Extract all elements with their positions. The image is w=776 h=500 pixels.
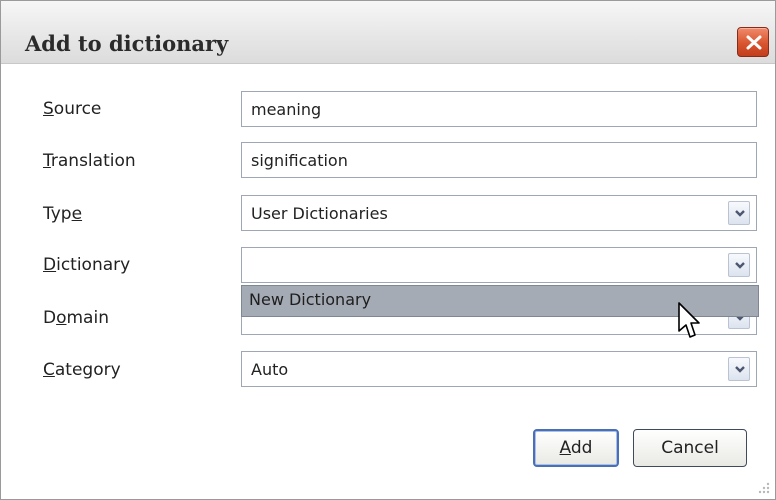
domain-label: Domain xyxy=(43,308,109,328)
category-dropdown-button[interactable] xyxy=(728,357,750,381)
source-input-value: meaning xyxy=(251,100,322,119)
add-button[interactable]: Add xyxy=(533,429,619,467)
chevron-down-icon xyxy=(735,210,745,217)
type-label: Type xyxy=(43,204,83,224)
dialog-title: Add to dictionary xyxy=(25,31,229,56)
add-to-dictionary-dialog: Add to dictionary Source meaning Transla… xyxy=(0,0,776,500)
category-label: Category xyxy=(43,360,121,380)
dictionary-label: Dictionary xyxy=(43,255,131,275)
translation-input[interactable]: signification xyxy=(241,142,757,178)
dictionary-dropdown-button[interactable] xyxy=(728,253,750,277)
type-select-value: User Dictionaries xyxy=(251,204,388,223)
type-dropdown-button[interactable] xyxy=(728,201,750,225)
dictionary-select[interactable] xyxy=(241,247,757,283)
chevron-down-icon xyxy=(735,262,745,269)
resize-grip-icon[interactable] xyxy=(755,479,771,495)
type-select[interactable]: User Dictionaries xyxy=(241,195,757,231)
cancel-button[interactable]: Cancel xyxy=(633,429,747,467)
close-button[interactable] xyxy=(737,27,769,57)
mouse-cursor-icon xyxy=(678,302,700,338)
source-input[interactable]: meaning xyxy=(241,91,757,127)
title-bar[interactable]: Add to dictionary xyxy=(1,1,775,64)
dropdown-item-new-dictionary[interactable]: New Dictionary xyxy=(249,290,371,309)
category-select-value: Auto xyxy=(251,360,289,379)
chevron-down-icon xyxy=(735,366,745,373)
translation-input-value: signification xyxy=(251,151,348,170)
source-label: Source xyxy=(43,99,102,119)
close-icon xyxy=(746,35,762,50)
category-select[interactable]: Auto xyxy=(241,351,757,387)
translation-label: Translation xyxy=(43,151,136,171)
